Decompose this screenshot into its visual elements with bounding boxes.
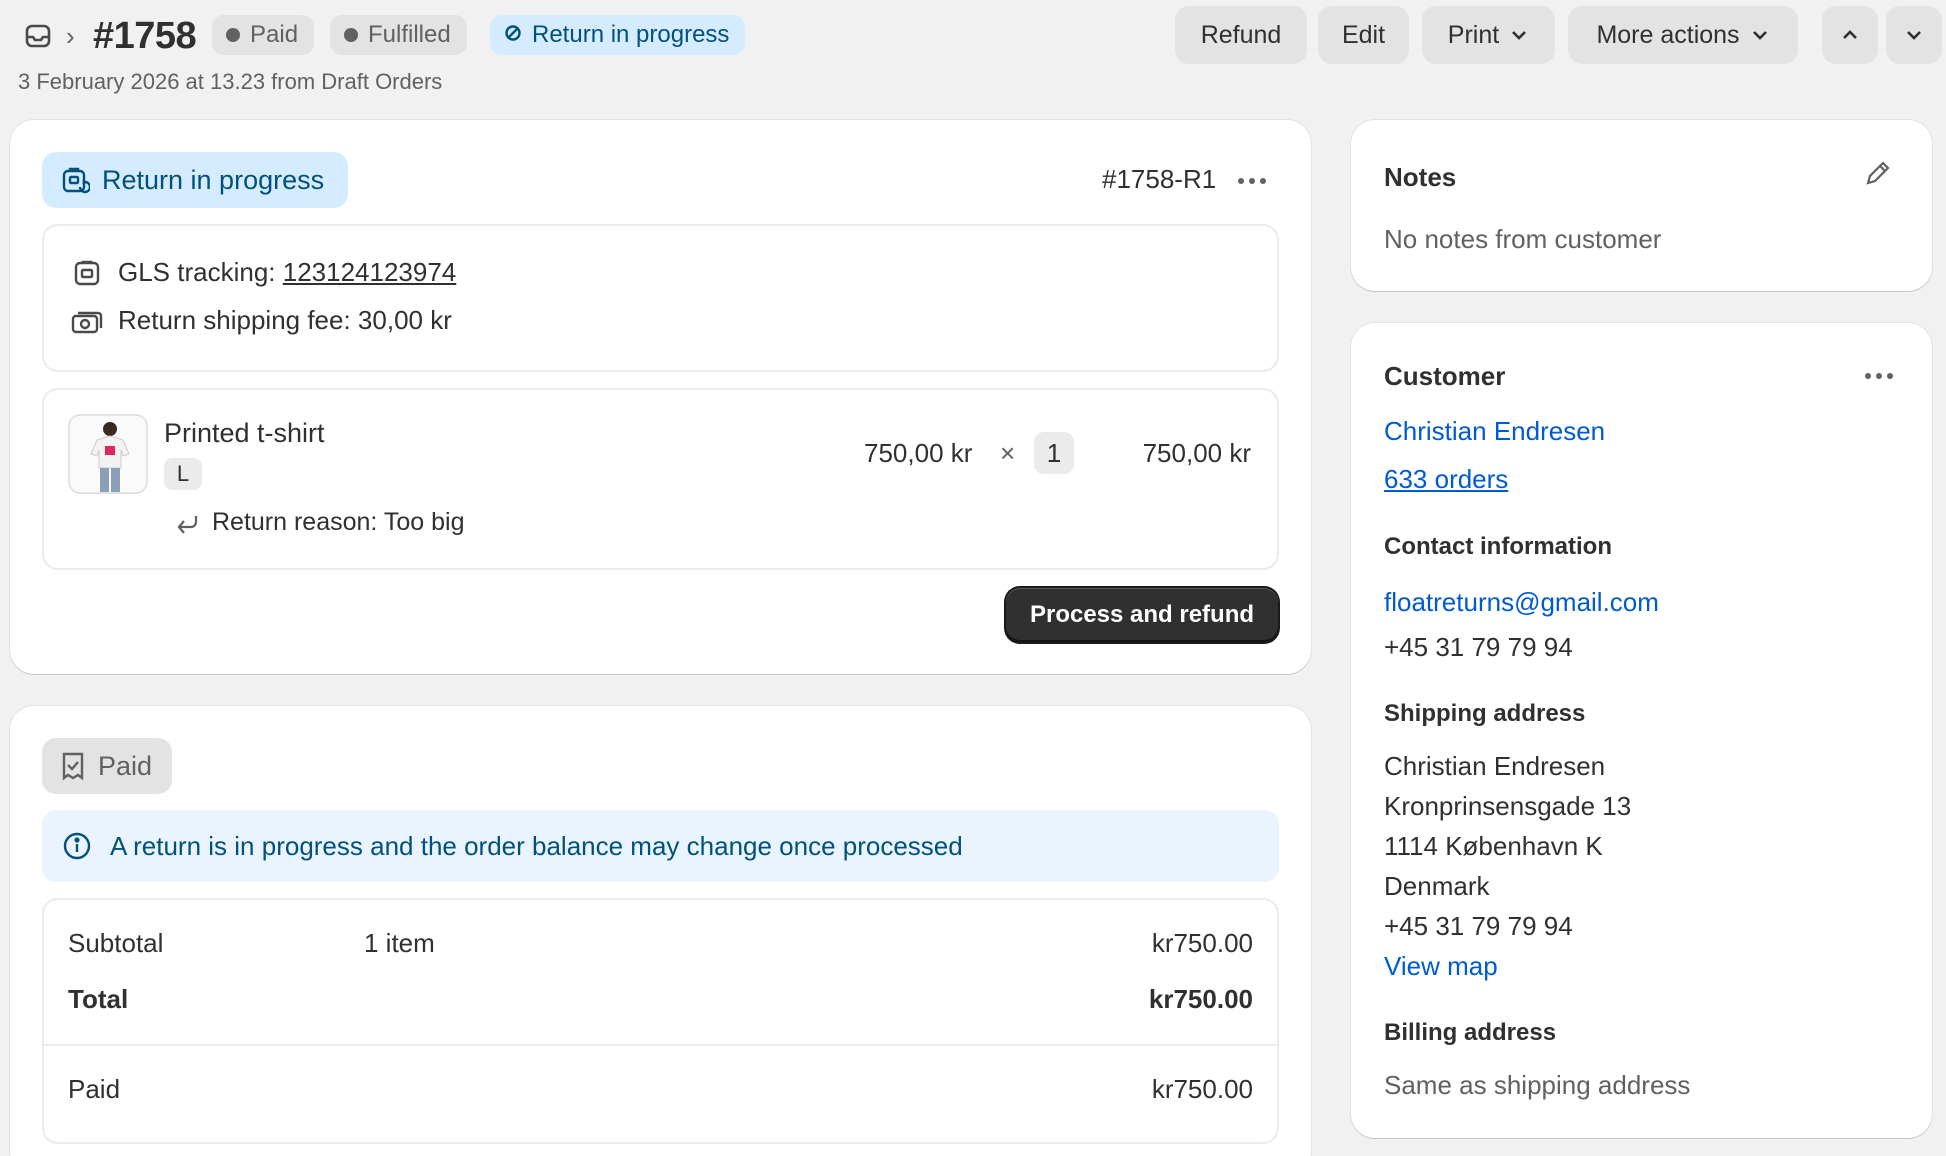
variant-chip: L xyxy=(164,458,202,490)
receipt-icon xyxy=(62,752,84,781)
return-status-icon xyxy=(504,21,522,49)
package-icon xyxy=(74,260,100,286)
paid-badge-label: Paid xyxy=(250,21,299,48)
edit-button-label: Edit xyxy=(1341,20,1386,49)
chevron-down-icon xyxy=(1752,31,1767,40)
notes-title: Notes xyxy=(1384,162,1457,192)
paid-status-badge: Paid xyxy=(212,15,315,55)
tracking-label: GLS tracking: xyxy=(118,257,276,287)
customer-card: Customer Christian Endresen 633 orders C… xyxy=(1351,323,1932,1138)
paid-value: kr750.00 xyxy=(1151,1074,1253,1104)
payment-summary: Subtotal 1 item kr750.00 Total kr750.00 … xyxy=(42,898,1279,1144)
divider xyxy=(44,1044,1277,1046)
return-badge-label: Return in progress xyxy=(532,21,730,48)
subtotal-label: Subtotal xyxy=(68,928,164,958)
customer-more-options-icon[interactable] xyxy=(1865,373,1893,379)
billing-address-body: Same as shipping address xyxy=(1384,1070,1691,1100)
payment-card: Paid A return is in progress and the ord… xyxy=(10,706,1311,1156)
return-package-icon xyxy=(62,167,90,194)
address-line: Kronprinsensgade 13 xyxy=(1384,791,1632,821)
paid-pill: Paid xyxy=(42,738,172,794)
notes-body: No notes from customer xyxy=(1384,224,1662,254)
edit-button[interactable]: Edit xyxy=(1318,6,1409,64)
customer-orders-link[interactable]: 633 orders xyxy=(1384,464,1508,495)
banner-text: A return is in progress and the order ba… xyxy=(110,830,963,861)
fulfilled-badge-label: Fulfilled xyxy=(368,21,451,48)
address-line: Denmark xyxy=(1384,871,1490,901)
order-number-title: #1758 xyxy=(93,15,197,57)
breadcrumb-chevron-icon: › xyxy=(66,21,75,51)
return-more-options-icon[interactable] xyxy=(1238,178,1266,184)
unit-price: 750,00 kr xyxy=(864,438,973,468)
tracking-line: GLS tracking: 123124123974 xyxy=(118,257,456,288)
refund-button[interactable]: Refund xyxy=(1175,6,1307,64)
return-id: #1758-R1 xyxy=(1102,164,1217,194)
customer-title: Customer xyxy=(1384,361,1506,391)
more-actions-label: More actions xyxy=(1596,20,1740,49)
contact-info-title: Contact information xyxy=(1384,533,1612,560)
customer-phone: +45 31 79 79 94 xyxy=(1384,632,1573,662)
product-name[interactable]: Printed t-shirt xyxy=(164,418,325,449)
paid-pill-label: Paid xyxy=(98,750,153,781)
next-order-button[interactable] xyxy=(1886,6,1942,64)
line-total: 750,00 kr xyxy=(1142,438,1251,468)
return-arrow-icon xyxy=(177,516,198,534)
return-in-progress-pill: Return in progress xyxy=(42,152,348,208)
process-and-refund-button[interactable]: Process and refund xyxy=(1006,588,1278,642)
subtotal-items: 1 item xyxy=(364,928,435,958)
edit-pencil-icon[interactable] xyxy=(1863,158,1893,188)
times-sign: × xyxy=(1000,438,1016,468)
billing-address-title: Billing address xyxy=(1384,1019,1557,1046)
chevron-down-icon xyxy=(1512,31,1527,40)
paid-label: Paid xyxy=(68,1074,121,1104)
chevron-up-icon xyxy=(1843,30,1857,39)
address-line: +45 31 79 79 94 xyxy=(1384,911,1573,941)
return-status-label: Return in progress xyxy=(102,164,325,195)
chevron-down-icon xyxy=(1907,31,1921,40)
status-dot-icon xyxy=(344,28,358,42)
total-label: Total xyxy=(68,984,129,1014)
return-card: Return in progress #1758-R1 GLS tracking… xyxy=(10,120,1311,674)
refund-button-label: Refund xyxy=(1200,20,1282,49)
orders-inbox-icon[interactable] xyxy=(24,22,52,50)
notes-card: Notes No notes from customer xyxy=(1351,120,1932,291)
return-reason: Return reason: Too big xyxy=(212,508,465,536)
customer-name-link[interactable]: Christian Endresen xyxy=(1384,416,1605,447)
shipping-address-title: Shipping address xyxy=(1384,700,1586,727)
view-map-link[interactable]: View map xyxy=(1384,951,1498,982)
product-thumbnail[interactable] xyxy=(68,414,148,494)
info-icon xyxy=(63,832,91,860)
tshirt-model-image xyxy=(90,422,130,492)
order-subtitle: 3 February 2026 at 13.23 from Draft Orde… xyxy=(18,69,443,94)
address-line: Christian Endresen xyxy=(1384,751,1606,781)
print-button[interactable]: Print xyxy=(1422,6,1555,64)
return-status-badge: Return in progress xyxy=(490,15,746,55)
shipping-fee: Return shipping fee: 30,00 kr xyxy=(118,305,452,335)
subtotal-value: kr750.00 xyxy=(1151,928,1253,958)
quantity-chip: 1 xyxy=(1034,432,1074,474)
total-value: kr750.00 xyxy=(1148,984,1253,1014)
tracking-number-link[interactable]: 123124123974 xyxy=(283,257,457,287)
tracking-box: GLS tracking: 123124123974 Return shippi… xyxy=(42,224,1279,372)
print-button-label: Print xyxy=(1447,20,1500,49)
more-actions-button[interactable]: More actions xyxy=(1568,6,1798,64)
cash-icon xyxy=(71,311,103,334)
return-item-row: Printed t-shirt L 750,00 kr × 1 750,00 k… xyxy=(42,388,1279,570)
return-info-banner: A return is in progress and the order ba… xyxy=(42,810,1279,882)
fulfilled-status-badge: Fulfilled xyxy=(330,15,467,55)
customer-email-link[interactable]: floatreturns@gmail.com xyxy=(1384,587,1659,618)
status-dot-icon xyxy=(226,28,240,42)
address-line: 1114 København K xyxy=(1384,831,1603,861)
previous-order-button[interactable] xyxy=(1822,6,1878,64)
